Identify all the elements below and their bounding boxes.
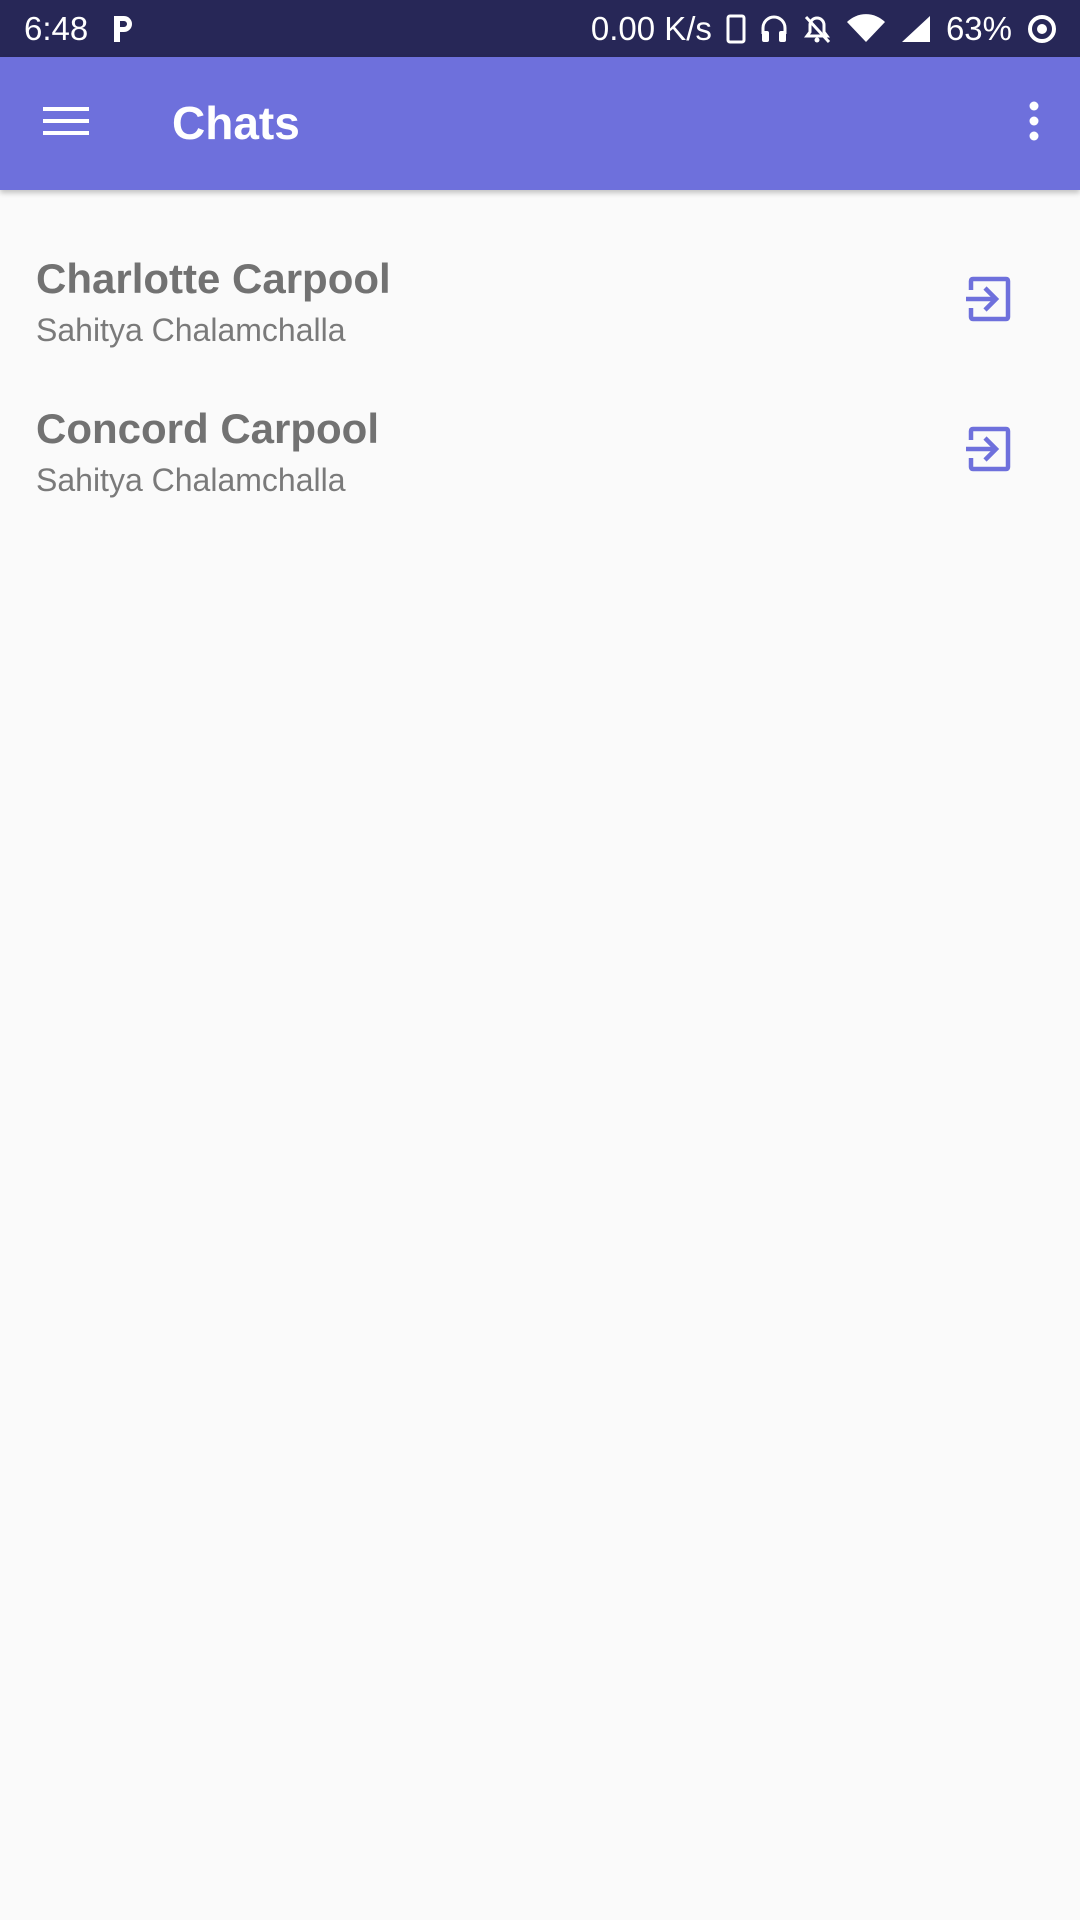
app-bar: Chats bbox=[0, 57, 1080, 190]
battery-percent: 63% bbox=[945, 9, 1012, 47]
wifi-icon bbox=[846, 13, 886, 44]
network-speed: 0.00 K/s bbox=[590, 9, 712, 47]
page-title: Chats bbox=[172, 97, 300, 149]
headphones-icon bbox=[760, 14, 788, 44]
signal-icon bbox=[900, 14, 932, 44]
enter-icon bbox=[963, 426, 1011, 477]
battery-ring-icon bbox=[1026, 13, 1058, 45]
enter-chat-button[interactable] bbox=[952, 418, 1022, 484]
list-item[interactable]: Charlotte Carpool Sahitya Chalamchalla bbox=[0, 240, 1080, 390]
chat-list: Charlotte Carpool Sahitya Chalamchalla C… bbox=[0, 240, 1080, 540]
chat-name: Concord Carpool bbox=[36, 405, 379, 452]
more-vert-icon bbox=[1028, 101, 1040, 146]
chat-name: Charlotte Carpool bbox=[36, 255, 391, 302]
list-item[interactable]: Concord Carpool Sahitya Chalamchalla bbox=[0, 390, 1080, 540]
status-bar: 6:48 0.00 K/s 63% bbox=[0, 0, 1080, 57]
parking-app-icon bbox=[110, 14, 134, 44]
chat-subtitle: Sahitya Chalamchalla bbox=[36, 312, 346, 348]
chat-subtitle: Sahitya Chalamchalla bbox=[36, 462, 346, 498]
bell-off-icon bbox=[802, 14, 832, 44]
status-time: 6:48 bbox=[24, 9, 89, 47]
hamburger-menu-icon bbox=[43, 105, 89, 142]
menu-button[interactable] bbox=[30, 91, 102, 155]
enter-chat-button[interactable] bbox=[952, 268, 1022, 334]
overflow-menu-button[interactable] bbox=[1004, 91, 1064, 155]
enter-icon bbox=[963, 276, 1011, 327]
phone-icon bbox=[726, 14, 746, 44]
